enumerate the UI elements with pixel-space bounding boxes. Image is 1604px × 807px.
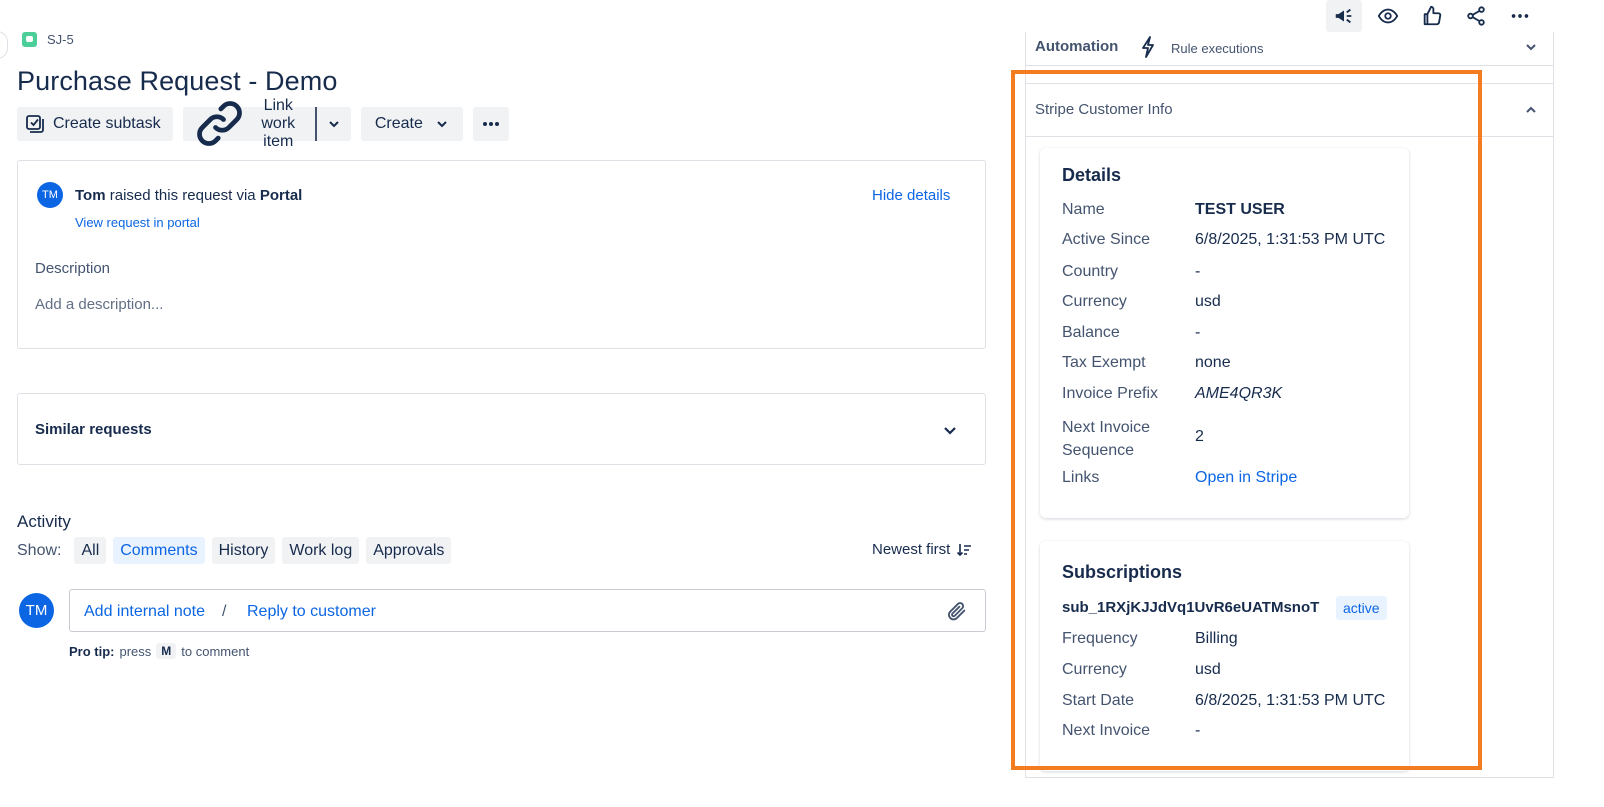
create-subtask-label: Create subtask	[53, 115, 161, 132]
pro-tip-press: press	[119, 643, 152, 659]
issue-header-actions	[1326, 0, 1538, 32]
sort-order-button[interactable]: Newest first	[872, 541, 972, 558]
more-options-button[interactable]	[1502, 0, 1538, 32]
link-icon	[196, 101, 242, 147]
show-label: Show:	[17, 541, 62, 559]
filter-comments[interactable]: Comments	[113, 537, 205, 564]
view-request-in-portal-link[interactable]: View request in portal	[75, 215, 200, 230]
thumbs-up-icon	[1423, 5, 1442, 26]
chevron-down-icon	[437, 121, 447, 128]
comment-editor[interactable]	[69, 589, 986, 632]
reporter-name[interactable]: Tom	[75, 187, 106, 204]
avatar[interactable]: TM	[19, 593, 54, 628]
page-title[interactable]: Purchase Request - Demo	[17, 66, 337, 97]
issue-type-icon	[22, 32, 37, 47]
shortcut-key: M	[156, 643, 177, 659]
link-work-item-button[interactable]: Link work item	[183, 97, 317, 150]
rule-executions-link[interactable]: Rule executions	[1171, 41, 1264, 56]
share-icon	[1467, 6, 1485, 26]
subtask-icon	[26, 115, 44, 133]
pro-tip: Pro tip: press M to comment	[69, 643, 249, 659]
filter-work-log[interactable]: Work log	[282, 537, 360, 564]
megaphone-button[interactable]	[1326, 0, 1362, 32]
filter-history[interactable]: History	[211, 537, 276, 564]
comment-separator: /	[222, 603, 227, 620]
issue-key-breadcrumb[interactable]: SJ-5	[22, 32, 74, 47]
watch-button[interactable]	[1370, 0, 1406, 32]
sort-label: Newest first	[872, 541, 951, 558]
more-icon	[482, 122, 499, 126]
pro-tip-rest: to comment	[181, 643, 250, 659]
create-button[interactable]: Create	[360, 107, 463, 141]
chevron-down-icon	[329, 121, 339, 128]
automation-title: Automation	[1035, 38, 1119, 55]
similar-requests-label: Similar requests	[35, 421, 152, 438]
lightning-icon	[1142, 36, 1154, 58]
create-subtask-button[interactable]: Create subtask	[17, 107, 173, 141]
filter-all[interactable]: All	[74, 537, 107, 564]
add-internal-note-button[interactable]: Add internal note	[84, 603, 205, 621]
create-label: Create	[374, 115, 423, 132]
description-input[interactable]: Add a description...	[35, 296, 163, 313]
more-icon	[1511, 14, 1529, 18]
issue-key[interactable]: SJ-5	[47, 32, 74, 47]
link-work-item-split: Link work item	[182, 97, 351, 150]
chevron-down-icon[interactable]	[940, 420, 960, 440]
request-channel: Portal	[259, 187, 303, 204]
chevron-down-icon[interactable]	[1522, 38, 1540, 56]
raised-by-text: Tom raised this request via Portal	[75, 187, 302, 204]
avatar[interactable]: TM	[37, 182, 63, 208]
megaphone-icon	[1335, 8, 1352, 24]
hide-details-button[interactable]: Hide details	[872, 187, 950, 204]
sidebar-collapse-handle[interactable]	[0, 31, 8, 59]
activity-filter-row: Show: All Comments History Work log Appr…	[17, 537, 452, 564]
activity-title: Activity	[17, 512, 71, 531]
highlight-frame	[1011, 70, 1482, 770]
reply-to-customer-button[interactable]: Reply to customer	[247, 603, 376, 621]
link-work-item-label: Link work item	[261, 97, 296, 150]
description-label: Description	[35, 260, 111, 277]
similar-requests-panel[interactable]	[17, 393, 986, 465]
more-actions-button[interactable]	[472, 107, 509, 141]
vote-button[interactable]	[1414, 0, 1450, 32]
share-button[interactable]	[1458, 0, 1494, 32]
issue-toolbar: Create subtask Link work item Create	[17, 97, 509, 150]
filter-approvals[interactable]: Approvals	[366, 537, 452, 564]
chevron-up-icon[interactable]	[1522, 101, 1540, 119]
eye-icon	[1377, 8, 1399, 24]
pro-tip-label: Pro tip:	[69, 643, 115, 659]
link-work-item-dropdown[interactable]	[317, 107, 351, 141]
attachment-icon[interactable]	[946, 600, 968, 622]
raised-text: raised this request via	[109, 187, 256, 204]
sort-descending-icon	[957, 543, 972, 556]
